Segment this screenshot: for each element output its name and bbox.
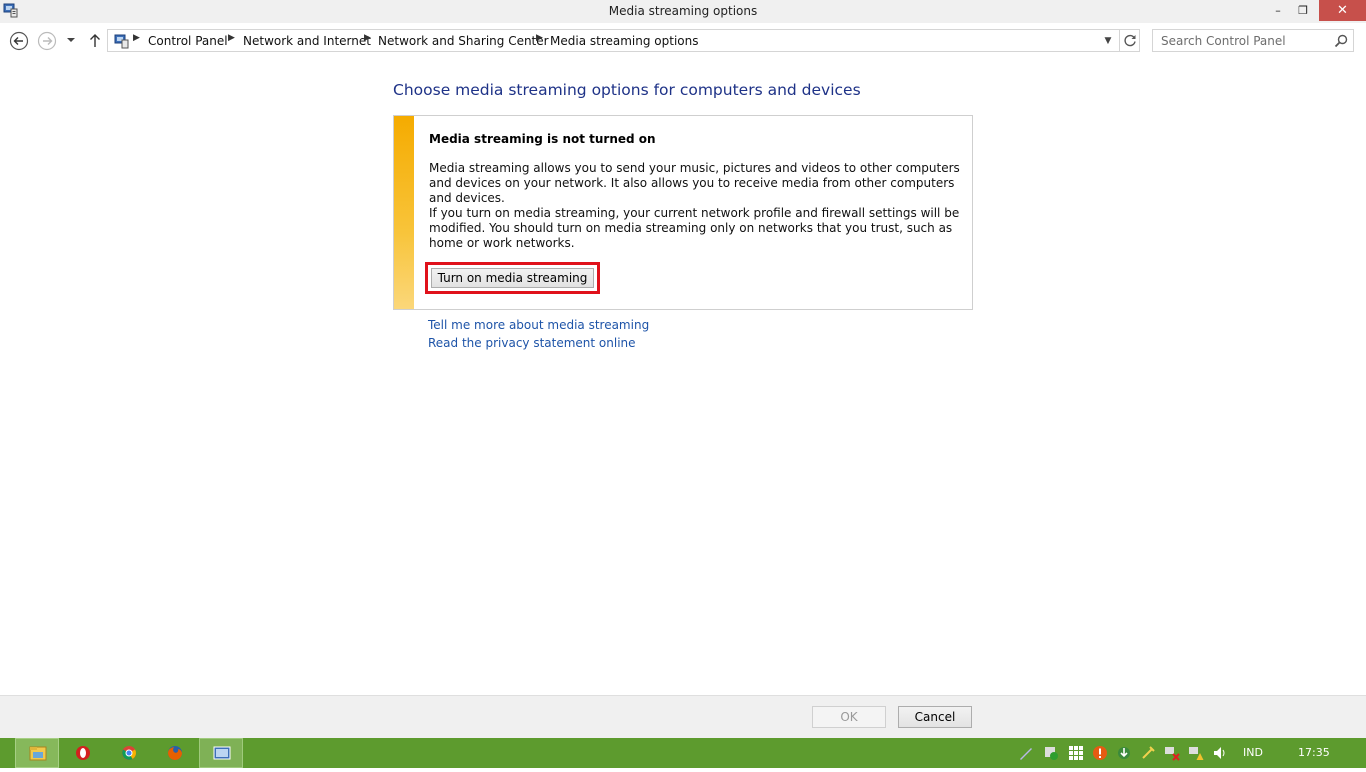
input-language-indicator[interactable]: IND xyxy=(1243,746,1263,759)
maximize-button[interactable]: ❐ xyxy=(1290,0,1316,21)
notice-warning-text: If you turn on media streaming, your cur… xyxy=(429,206,960,250)
breadcrumb-separator-icon[interactable]: ▶ xyxy=(536,33,543,43)
breadcrumb-control-panel[interactable]: Control Panel xyxy=(148,34,228,48)
taskbar-file-explorer[interactable] xyxy=(15,738,59,768)
tools-tray-icon[interactable] xyxy=(1140,745,1156,761)
opera-icon xyxy=(76,746,90,760)
grid-tray-icon[interactable] xyxy=(1068,745,1084,761)
minimize-button[interactable]: – xyxy=(1265,0,1291,21)
taskbar-chrome[interactable] xyxy=(107,738,151,768)
window-title: Media streaming options xyxy=(608,4,758,18)
taskbar-control-panel[interactable] xyxy=(199,738,243,768)
search-input[interactable] xyxy=(1153,30,1331,51)
tell-me-more-link[interactable]: Tell me more about media streaming xyxy=(428,318,649,332)
taskbar-opera[interactable] xyxy=(61,738,105,768)
address-bar[interactable]: ▶ Control Panel ▶ Network and Internet ▶… xyxy=(107,29,1140,52)
privacy-statement-link[interactable]: Read the privacy statement online xyxy=(428,336,636,350)
breadcrumb-separator-icon[interactable]: ▶ xyxy=(228,33,235,43)
download-tray-icon[interactable] xyxy=(1116,745,1132,761)
breadcrumb-separator-icon[interactable]: ▶ xyxy=(364,33,371,43)
up-arrow-icon xyxy=(90,34,100,47)
search-icon[interactable] xyxy=(1333,33,1349,49)
control-panel-icon xyxy=(213,746,231,760)
highlight-annotation: Turn on media streaming xyxy=(425,262,600,294)
up-button[interactable] xyxy=(86,32,106,52)
alert-tray-icon[interactable] xyxy=(1092,745,1108,761)
breadcrumb-network-sharing-center[interactable]: Network and Sharing Center xyxy=(378,34,549,48)
file-explorer-icon xyxy=(29,746,47,761)
page-title: Choose media streaming options for compu… xyxy=(393,81,861,99)
refresh-button[interactable] xyxy=(1119,30,1140,51)
security-check-tray-icon[interactable] xyxy=(1043,745,1059,761)
taskbar: IND 17:35 xyxy=(0,738,1366,768)
breadcrumb-media-streaming-options[interactable]: Media streaming options xyxy=(550,34,698,48)
control-panel-icon xyxy=(114,33,130,49)
chrome-icon xyxy=(122,746,136,760)
forward-arrow-icon xyxy=(37,31,57,51)
taskbar-firefox[interactable] xyxy=(153,738,197,768)
notice-heading: Media streaming is not turned on xyxy=(429,132,656,146)
navigation-bar: ▶ Control Panel ▶ Network and Internet ▶… xyxy=(0,23,1366,60)
back-arrow-icon xyxy=(9,31,29,51)
breadcrumb-separator-icon[interactable]: ▶ xyxy=(133,33,140,43)
search-box[interactable] xyxy=(1152,29,1354,52)
network-disconnected-tray-icon[interactable] xyxy=(1164,745,1180,761)
chevron-down-icon xyxy=(67,38,75,42)
close-button[interactable]: ✕ xyxy=(1319,0,1366,21)
forward-button[interactable] xyxy=(37,31,57,51)
dialog-button-bar: OK Cancel xyxy=(0,695,1366,738)
notice-description: Media streaming allows you to send your … xyxy=(429,161,960,205)
back-button[interactable] xyxy=(9,31,29,51)
cancel-button[interactable]: Cancel xyxy=(898,706,972,728)
volume-tray-icon[interactable] xyxy=(1212,745,1228,761)
ok-button[interactable]: OK xyxy=(812,706,886,728)
clock[interactable]: 17:35 xyxy=(1298,746,1330,759)
warning-bar xyxy=(394,116,414,309)
turn-on-media-streaming-button[interactable]: Turn on media streaming xyxy=(431,268,594,288)
breadcrumb-network-and-internet[interactable]: Network and Internet xyxy=(243,34,371,48)
pen-tray-icon[interactable] xyxy=(1018,745,1034,761)
network-warning-tray-icon[interactable] xyxy=(1188,745,1204,761)
media-streaming-notice: Media streaming is not turned on Media s… xyxy=(393,115,973,310)
refresh-icon xyxy=(1124,34,1136,47)
firefox-icon xyxy=(168,746,182,760)
recent-locations-button[interactable] xyxy=(64,33,78,53)
title-bar: Media streaming options – ❐ ✕ xyxy=(0,0,1366,23)
address-dropdown-icon[interactable]: ▼ xyxy=(1100,33,1116,49)
